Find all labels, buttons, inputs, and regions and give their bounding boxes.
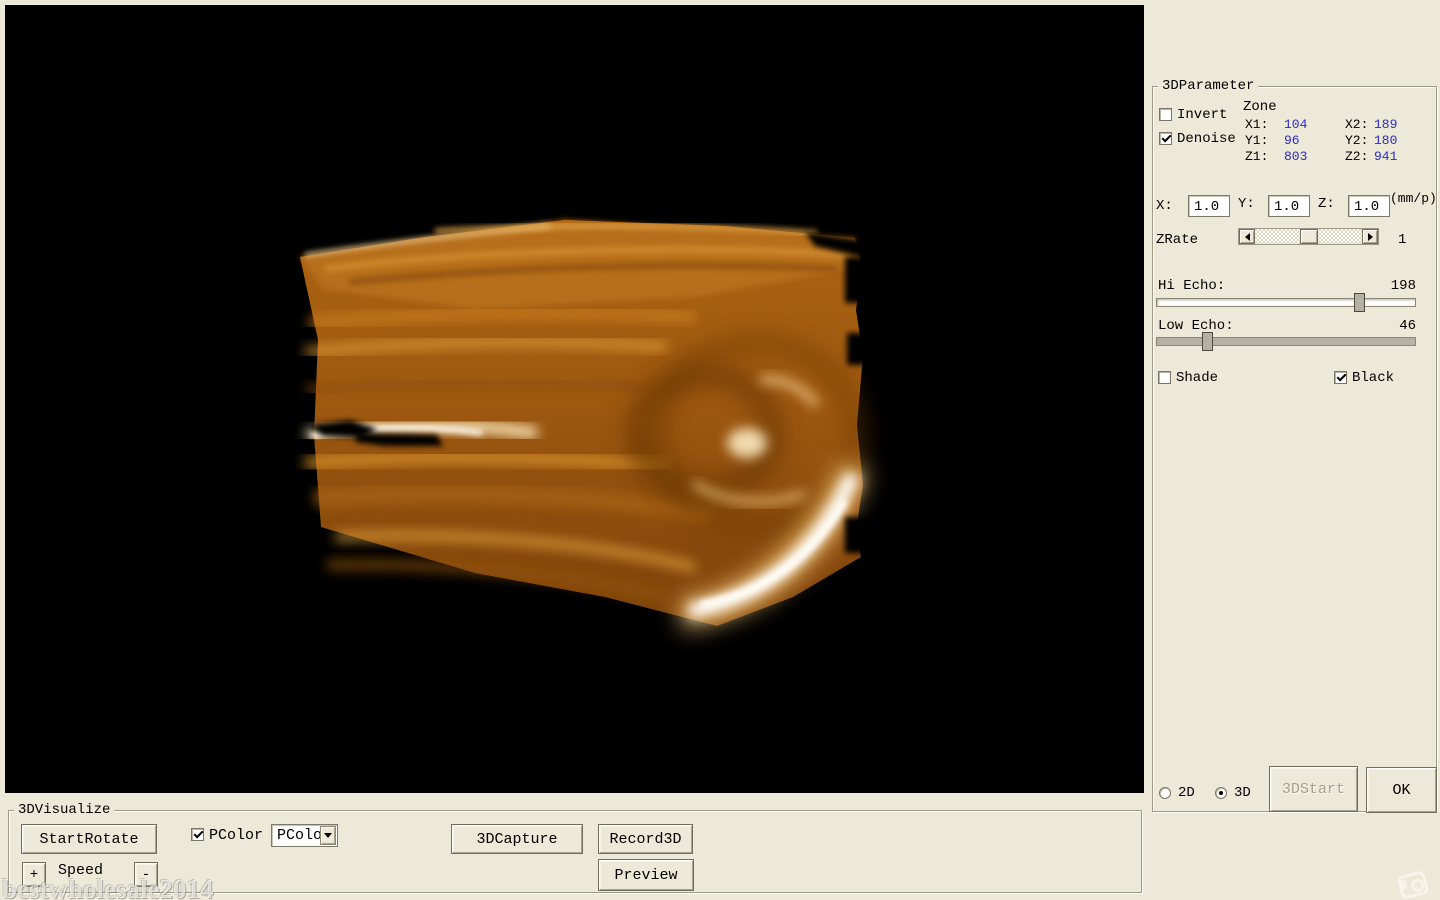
zone-x2-label: X2: [1345,117,1368,132]
scale-x-label: X: [1156,199,1173,214]
invert-checkbox[interactable] [1159,108,1172,121]
pcolor-label: PColor [209,828,263,843]
visualize-groupbox-title: 3DVisualize [14,802,114,818]
zrate-value: 1 [1398,233,1406,248]
zrate-thumb[interactable] [1300,229,1318,244]
zone-y2-value: 180 [1374,133,1397,148]
zrate-label: ZRate [1156,233,1198,248]
hi-echo-slider[interactable] [1156,293,1416,313]
preview-button[interactable]: Preview [598,859,694,891]
zrate-left-arrow[interactable] [1239,229,1255,244]
hi-echo-thumb[interactable] [1354,293,1365,312]
scale-z-input[interactable] [1348,195,1390,217]
ok-button[interactable]: OK [1366,767,1437,813]
speed-label: Speed [58,863,103,878]
parameter-groupbox: 3DParameter Invert Denoise Zone X1: 104 … [1152,86,1437,812]
zone-x1-value: 104 [1284,117,1307,132]
invert-label: Invert [1177,108,1227,123]
right-arrow-icon [1368,233,1373,241]
mode-2d-radio[interactable] [1159,787,1171,799]
black-checkbox[interactable] [1334,371,1347,384]
volume-render [5,5,1144,793]
parameter-groupbox-title: 3DParameter [1158,78,1258,94]
application-window: 3DParameter Invert Denoise Zone X1: 104 … [0,0,1440,900]
hi-echo-label: Hi Echo: [1158,279,1225,294]
3d-viewport[interactable] [5,5,1144,793]
zone-z2-label: Z2: [1345,149,1368,164]
left-arrow-icon [1245,233,1250,241]
mode-3d-radio[interactable] [1215,787,1227,799]
speed-plus-button[interactable]: + [22,862,46,887]
zrate-scrollbar[interactable] [1238,228,1379,245]
low-echo-track[interactable] [1156,337,1416,346]
low-echo-thumb[interactable] [1202,332,1213,351]
scale-x-input[interactable] [1188,195,1230,217]
shade-checkbox[interactable] [1158,371,1171,384]
zone-y1-value: 96 [1284,133,1300,148]
zone-title: Zone [1243,100,1277,115]
record3d-button[interactable]: Record3D [598,824,693,854]
scale-y-label: Y: [1238,197,1255,212]
3dstart-button[interactable]: 3DStart [1269,766,1358,812]
3dcapture-button[interactable]: 3DCapture [451,824,583,854]
hi-echo-value: 198 [1368,279,1416,294]
zone-z1-value: 803 [1284,149,1307,164]
pcolor-dropdown-button[interactable] [320,826,336,845]
zone-z2-value: 941 [1374,149,1397,164]
pcolor-checkbox[interactable] [191,828,204,841]
pcolor-dropdown[interactable]: PColor [271,824,338,847]
zone-x1-label: X1: [1245,117,1268,132]
start-rotate-button[interactable]: StartRotate [21,824,157,854]
speed-minus-button[interactable]: - [134,862,158,887]
hi-echo-track[interactable] [1156,298,1416,307]
watermark-camera-icon [1397,870,1430,900]
scale-y-input[interactable] [1268,195,1310,217]
black-label: Black [1352,371,1394,386]
zone-x2-value: 189 [1374,117,1397,132]
zone-z1-label: Z1: [1245,149,1268,164]
mode-3d-label: 3D [1234,786,1251,801]
shade-label: Shade [1176,371,1218,386]
scale-z-label: Z: [1318,197,1335,212]
visualize-groupbox: 3DVisualize StartRotate PColor PColor 3D… [8,810,1142,893]
zrate-right-arrow[interactable] [1362,229,1378,244]
chevron-down-icon [324,833,332,838]
low-echo-slider[interactable] [1156,332,1416,352]
mode-2d-label: 2D [1178,786,1195,801]
zone-y1-label: Y1: [1245,133,1268,148]
denoise-label: Denoise [1177,132,1236,147]
denoise-checkbox[interactable] [1159,132,1172,145]
zone-y2-label: Y2: [1345,133,1368,148]
scale-unit-label: (mm/p) [1390,191,1437,206]
